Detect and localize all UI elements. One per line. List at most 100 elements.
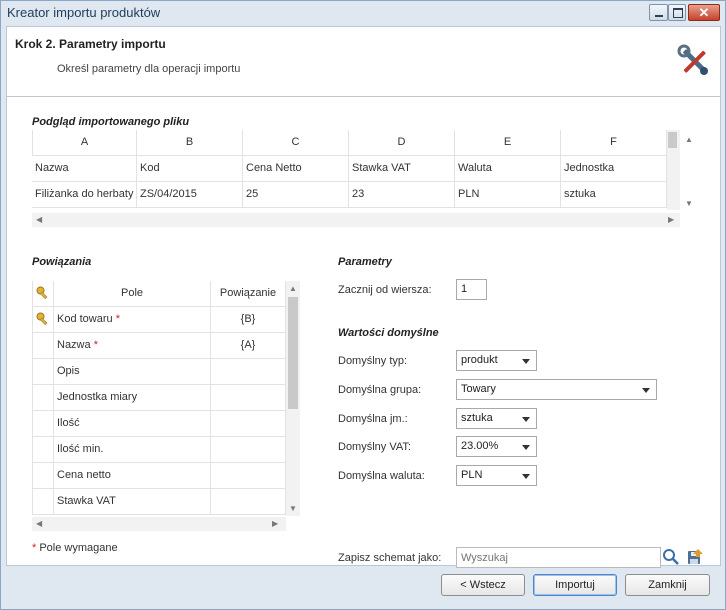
link-column-header[interactable]: Powiązanie — [211, 281, 286, 307]
default-currency-label: Domyślna waluta: — [338, 470, 425, 482]
default-group-select[interactable]: Towary — [456, 379, 657, 400]
import-button[interactable]: Importuj — [533, 574, 617, 596]
preview-row[interactable]: Nazwa Kod Cena Netto Stawka VAT Waluta Jednos… — [32, 156, 667, 182]
preview-row[interactable]: Filiżanka do herbaty ZS/04/2015 25 23 PLN szt… — [32, 182, 667, 208]
default-unit-select[interactable]: sztuka — [456, 408, 537, 429]
mapping-vscrollbar[interactable]: ▲ ▼ — [286, 281, 300, 516]
default-vat-select[interactable]: 23.00% — [456, 436, 537, 457]
params-title: Parametry — [338, 256, 392, 268]
preview-scroll-right-icon[interactable]: ▶ — [668, 215, 674, 225]
preview-cell: 25 — [243, 182, 349, 208]
row-marker — [32, 463, 54, 489]
mapping-row[interactable]: Opis — [32, 359, 286, 385]
chevron-down-icon — [522, 359, 530, 364]
mapping-field-label: Cena netto — [57, 469, 111, 481]
default-currency-select[interactable]: PLN — [456, 465, 537, 486]
mapping-field: Opis — [54, 359, 211, 385]
start-row-label: Zacznij od wiersza: — [338, 284, 432, 296]
maximize-button[interactable] — [668, 4, 686, 21]
preview-column-header[interactable]: F — [561, 130, 667, 156]
mapping-row[interactable]: Jednostka miary — [32, 385, 286, 411]
save-schema-label: Zapisz schemat jako: — [338, 552, 442, 564]
preview-cell: 23 — [349, 182, 455, 208]
mapping-field-label: Opis — [57, 365, 80, 377]
row-marker — [32, 437, 54, 463]
mapping-link-cell[interactable]: {B} — [211, 307, 286, 333]
defaults-title: Wartości domyślne — [338, 327, 439, 339]
default-type-label: Domyślny typ: — [338, 355, 408, 367]
preview-column-header[interactable]: B — [137, 130, 243, 156]
schema-name-input[interactable] — [456, 547, 661, 568]
mapping-title: Powiązania — [32, 256, 92, 268]
close-button[interactable]: Zamknij — [625, 574, 710, 596]
mapping-link-cell[interactable] — [211, 385, 286, 411]
tools-icon — [677, 44, 708, 75]
step-title: Krok 2. Parametry importu — [15, 37, 166, 51]
mapping-row[interactable]: Cena netto — [32, 463, 286, 489]
mapping-hscrollbar[interactable]: ◀ ▶ — [32, 517, 286, 531]
chevron-down-icon — [522, 474, 530, 479]
row-marker — [32, 489, 54, 515]
mapping-link-cell[interactable] — [211, 411, 286, 437]
required-note: * Pole wymagane — [32, 542, 118, 554]
preview-column-header[interactable]: A — [32, 130, 137, 156]
start-row-input[interactable]: 1 — [456, 279, 487, 300]
default-vat-value: 23.00% — [461, 440, 499, 452]
mapping-field: Ilość — [54, 411, 211, 437]
preview-vscrollbar[interactable] — [667, 130, 680, 210]
preview-header-row: ABCDEF — [32, 130, 667, 156]
preview-scroll-left-icon[interactable]: ◀ — [36, 215, 42, 225]
mapping-row[interactable]: Kod towaru * {B} — [32, 307, 286, 333]
mapping-link-cell[interactable] — [211, 489, 286, 515]
back-button[interactable]: < Wstecz — [441, 574, 525, 596]
preview-cell: Waluta — [455, 156, 561, 182]
wizard-content: Krok 2. Parametry importu Określ paramet… — [6, 26, 721, 568]
mapping-field: Cena netto — [54, 463, 211, 489]
mapping-link-cell[interactable] — [211, 437, 286, 463]
preview-cell: Cena Netto — [243, 156, 349, 182]
preview-column-header[interactable]: E — [455, 130, 561, 156]
import-wizard-window: Kreator importu produktów ✕ Krok 2. Para… — [0, 0, 726, 610]
mapping-field: Jednostka miary — [54, 385, 211, 411]
mapping-field-label: Kod towaru — [57, 313, 113, 325]
mapping-scroll-up-icon[interactable]: ▲ — [289, 284, 297, 294]
title-bar[interactable]: Kreator importu produktów ✕ — [1, 1, 725, 25]
mapping-link-cell[interactable]: {A} — [211, 333, 286, 359]
preview-vscroll-thumb[interactable] — [668, 132, 677, 148]
window-title: Kreator importu produktów — [7, 5, 161, 20]
preview-cell: Jednostka — [561, 156, 667, 182]
default-unit-value: sztuka — [461, 412, 493, 424]
mapping-link-cell[interactable] — [211, 359, 286, 385]
mapping-row[interactable]: Ilość — [32, 411, 286, 437]
key-icon — [32, 307, 54, 333]
preview-scroll-down-icon[interactable]: ▼ — [685, 199, 693, 209]
save-schema-icon[interactable] — [686, 548, 704, 566]
preview-scroll-up-icon[interactable]: ▲ — [685, 135, 693, 145]
mapping-scroll-right-icon[interactable]: ▶ — [272, 519, 278, 529]
field-column-header[interactable]: Pole — [54, 281, 211, 307]
mapping-vscroll-thumb[interactable] — [288, 297, 298, 409]
mapping-link-cell[interactable] — [211, 463, 286, 489]
mapping-scroll-left-icon[interactable]: ◀ — [36, 519, 42, 529]
mapping-scroll-down-icon[interactable]: ▼ — [289, 504, 297, 514]
default-type-select[interactable]: produkt — [456, 350, 537, 371]
mapping-row[interactable]: Nazwa * {A} — [32, 333, 286, 359]
default-unit-label: Domyślna jm.: — [338, 413, 408, 425]
mapping-field: Ilość min. — [54, 437, 211, 463]
search-icon[interactable] — [662, 548, 680, 566]
preview-cell: Stawka VAT — [349, 156, 455, 182]
preview-hscrollbar[interactable]: ◀ ▶ — [32, 213, 680, 227]
required-star: * — [32, 542, 37, 554]
mapping-row[interactable]: Ilość min. — [32, 437, 286, 463]
step-header: Krok 2. Parametry importu Określ paramet… — [7, 27, 720, 97]
preview-column-header[interactable]: C — [243, 130, 349, 156]
preview-cell: Nazwa — [32, 156, 137, 182]
default-type-value: produkt — [461, 354, 498, 366]
close-window-button[interactable]: ✕ — [688, 4, 720, 21]
preview-column-header[interactable]: D — [349, 130, 455, 156]
preview-cell: Filiżanka do herbaty — [32, 182, 137, 208]
minimize-button[interactable] — [649, 4, 668, 21]
mapping-row[interactable]: Stawka VAT — [32, 489, 286, 515]
required-note-text: Pole wymagane — [39, 542, 118, 554]
preview-cell: PLN — [455, 182, 561, 208]
